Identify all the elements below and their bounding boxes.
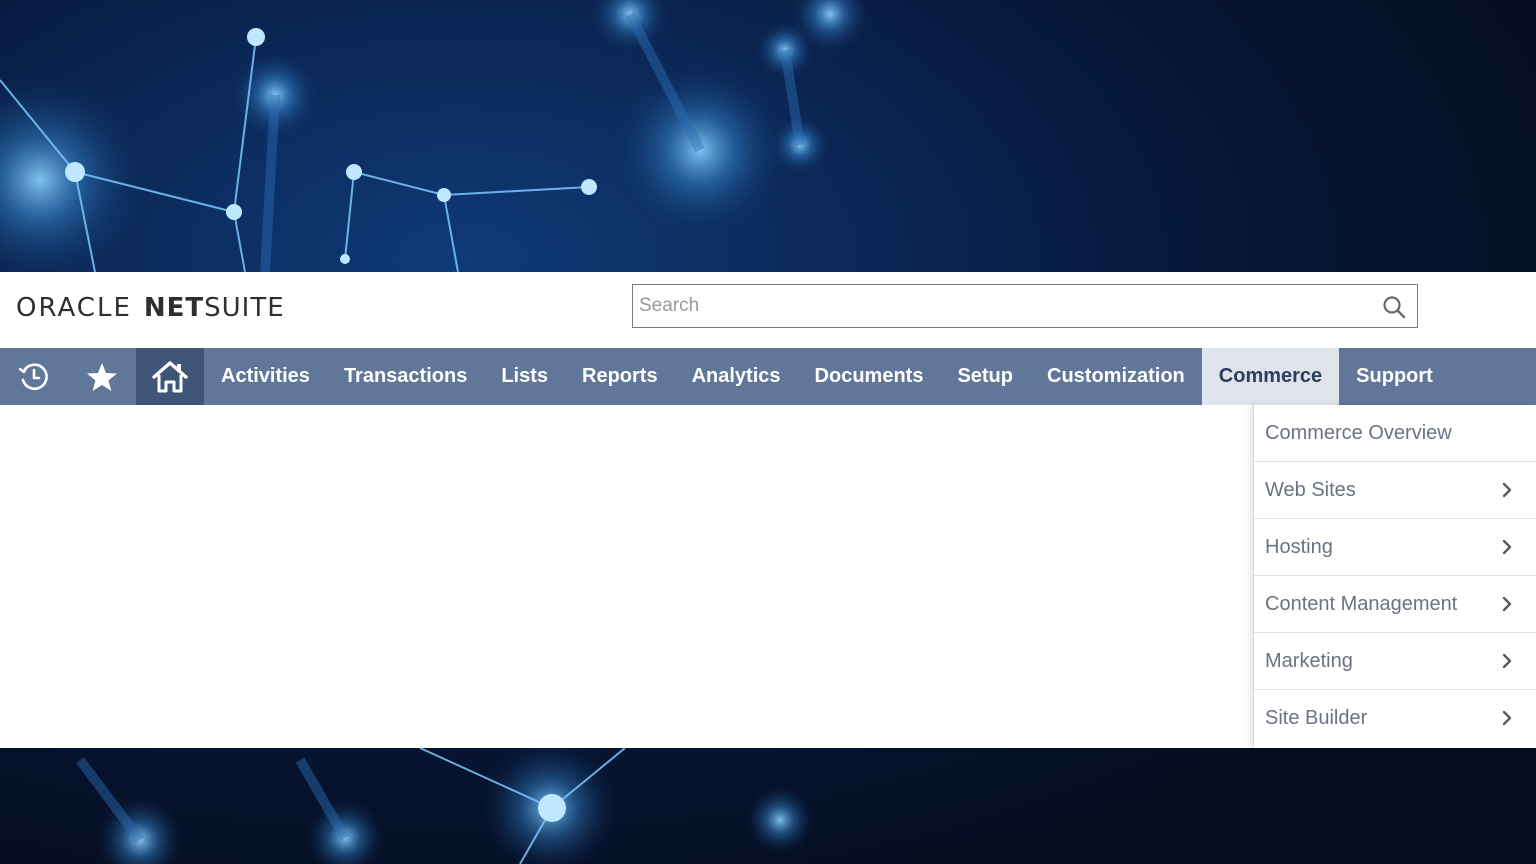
screen: ORACLE NET SUITE Search Activities Trans… <box>0 0 1536 864</box>
logo-suite-text: SUITE <box>204 293 285 323</box>
logo-net-text: NET <box>143 293 205 323</box>
chevron-right-icon <box>1502 710 1512 726</box>
menu-item-commerce-overview[interactable]: Commerce Overview <box>1254 405 1536 462</box>
menu-item-label: Web Sites <box>1265 478 1356 501</box>
main-navigation-bar: Activities Transactions Lists Reports An… <box>0 348 1536 405</box>
header-bar: ORACLE NET SUITE <box>0 272 1536 348</box>
menu-item-marketing[interactable]: Marketing <box>1254 633 1536 690</box>
chevron-right-icon <box>1502 482 1512 498</box>
global-search <box>632 284 1418 328</box>
nav-activities[interactable]: Activities <box>204 348 327 405</box>
commerce-dropdown-menu: Commerce Overview Web Sites Hosting Cont… <box>1253 405 1536 748</box>
netsuite-app-window: ORACLE NET SUITE Search Activities Trans… <box>0 272 1536 748</box>
nav-transactions[interactable]: Transactions <box>327 348 484 405</box>
chevron-right-icon <box>1502 596 1512 612</box>
menu-item-web-sites[interactable]: Web Sites <box>1254 462 1536 519</box>
chevron-right-icon <box>1502 539 1512 555</box>
home-button[interactable] <box>136 348 204 405</box>
menu-item-label: Commerce Overview <box>1265 421 1452 444</box>
menu-item-hosting[interactable]: Hosting <box>1254 519 1536 576</box>
search-input[interactable] <box>633 285 1379 327</box>
menu-item-site-builder[interactable]: Site Builder <box>1254 690 1536 747</box>
nav-analytics[interactable]: Analytics <box>675 348 798 405</box>
search-icon[interactable] <box>1381 294 1407 320</box>
recent-records-icon <box>18 363 48 390</box>
menu-item-label: Hosting <box>1265 535 1333 558</box>
menu-item-label: Content Management <box>1265 592 1458 615</box>
favorites-star-icon <box>87 362 117 391</box>
menu-item-label: Site Builder <box>1265 707 1368 729</box>
home-icon <box>152 360 188 392</box>
logo-oracle-text: ORACLE <box>16 293 132 323</box>
chevron-right-icon <box>1502 653 1512 669</box>
nav-customization[interactable]: Customization <box>1030 348 1202 405</box>
recent-records-button[interactable] <box>0 348 68 405</box>
nav-support[interactable]: Support <box>1339 348 1450 405</box>
menu-item-label: Marketing <box>1265 649 1353 672</box>
nav-documents[interactable]: Documents <box>798 348 941 405</box>
nav-commerce[interactable]: Commerce <box>1201 348 1340 405</box>
nav-setup[interactable]: Setup <box>940 348 1030 405</box>
nav-lists[interactable]: Lists <box>484 348 565 405</box>
menu-item-content-management[interactable]: Content Management <box>1254 576 1536 633</box>
oracle-netsuite-logo[interactable]: ORACLE NET SUITE <box>16 292 285 324</box>
nav-reports[interactable]: Reports <box>565 348 675 405</box>
favorites-button[interactable] <box>68 348 136 405</box>
